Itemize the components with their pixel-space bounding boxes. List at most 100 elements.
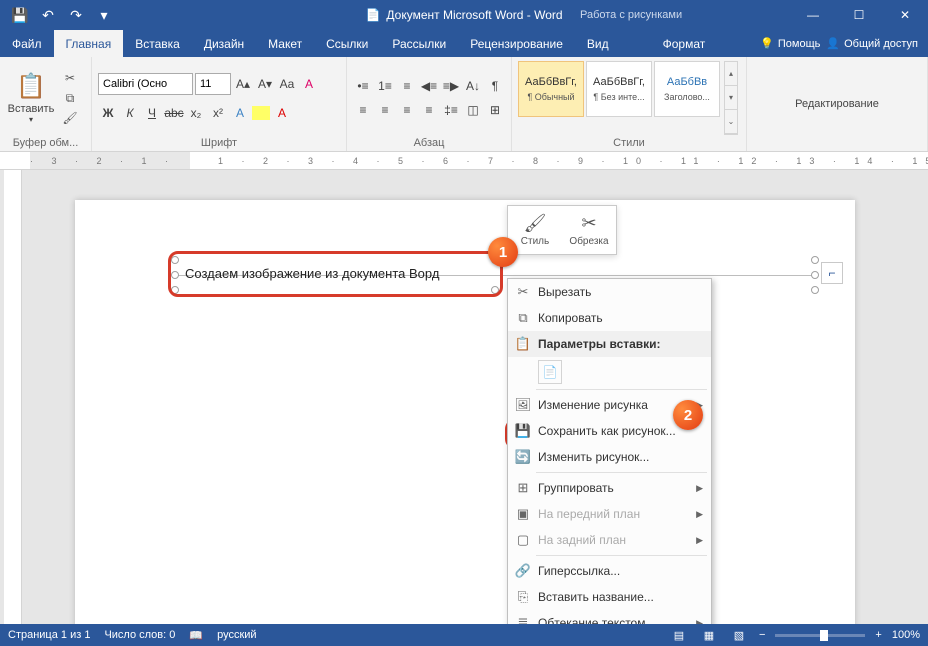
resize-handle[interactable]: [171, 256, 179, 264]
borders-icon[interactable]: ⊞: [485, 100, 505, 120]
clipboard-icon: 📋: [514, 336, 532, 352]
tab-insert[interactable]: Вставка: [123, 30, 192, 57]
resize-handle[interactable]: [811, 286, 819, 294]
text-effects-icon[interactable]: A: [230, 103, 250, 123]
strike-button[interactable]: abc: [164, 103, 184, 123]
tab-design[interactable]: Дизайн: [192, 30, 256, 57]
shrink-font-icon[interactable]: A▾: [255, 74, 275, 94]
mini-crop-button[interactable]: ✂ Обрезка: [562, 206, 616, 254]
mini-crop-label: Обрезка: [569, 236, 608, 247]
crop-icon: ✂: [581, 213, 596, 234]
paste-button[interactable]: 📋 Вставить ▾: [6, 61, 56, 135]
bold-button[interactable]: Ж: [98, 103, 118, 123]
ctx-insert-caption[interactable]: ⎘Вставить название...: [508, 584, 711, 610]
tab-file[interactable]: Файл: [0, 30, 54, 57]
title-bar: 💾 ↶ ↷ ▾ 📄 Документ Microsoft Word - Word…: [0, 0, 928, 30]
minimize-button[interactable]: ―: [790, 0, 836, 30]
zoom-level[interactable]: 100%: [892, 629, 920, 641]
resize-handle[interactable]: [491, 286, 499, 294]
redo-icon[interactable]: ↷: [64, 3, 88, 27]
status-page[interactable]: Страница 1 из 1: [8, 629, 90, 641]
change-case-icon[interactable]: Aa: [277, 74, 297, 94]
cut-icon[interactable]: ✂: [60, 69, 80, 87]
font-name-combo[interactable]: Calibri (Осно: [98, 73, 193, 95]
link-icon: 🔗: [514, 563, 532, 579]
status-words[interactable]: Число слов: 0: [104, 629, 175, 641]
editing-button[interactable]: Редактирование: [795, 98, 879, 110]
style-heading1[interactable]: АаБбВв Заголово...: [654, 61, 720, 117]
tab-layout[interactable]: Макет: [256, 30, 314, 57]
tab-home[interactable]: Главная: [54, 30, 124, 57]
resize-handle[interactable]: [171, 271, 179, 279]
decrease-indent-icon[interactable]: ◀≡: [419, 76, 439, 96]
status-language[interactable]: русский: [217, 629, 256, 641]
resize-handle[interactable]: [811, 271, 819, 279]
tab-references[interactable]: Ссылки: [314, 30, 380, 57]
tab-view[interactable]: Вид: [575, 30, 621, 57]
tab-format[interactable]: Формат: [651, 30, 718, 57]
spellcheck-icon[interactable]: 📖: [189, 629, 203, 642]
ctx-change-picture[interactable]: 🔄Изменить рисунок...: [508, 444, 711, 470]
close-button[interactable]: ✕: [882, 0, 928, 30]
tell-me[interactable]: 💡Помощь: [760, 37, 820, 50]
horizontal-ruler[interactable]: · 3 · 2 · 1 · 1 · 2 · 3 · 4 · 5 · 6 · 7 …: [0, 152, 928, 170]
shading-icon[interactable]: ◫: [463, 100, 483, 120]
layout-options-icon[interactable]: ⌐: [821, 262, 843, 284]
zoom-slider[interactable]: [775, 634, 865, 637]
copy-icon[interactable]: ⧉: [60, 89, 80, 107]
multilevel-icon[interactable]: ≡: [397, 76, 417, 96]
align-left-icon[interactable]: ≡: [353, 100, 373, 120]
paste-option-1[interactable]: 📄: [538, 360, 562, 384]
tab-review[interactable]: Рецензирование: [458, 30, 575, 57]
style-no-spacing[interactable]: АаБбВвГг, ¶ Без инте...: [586, 61, 652, 117]
ctx-hyperlink[interactable]: 🔗Гиперссылка...: [508, 558, 711, 584]
ribbon: 📋 Вставить ▾ ✂ ⧉ 🖌 Буфер обм... Calibri …: [0, 57, 928, 152]
line-spacing-icon[interactable]: ‡≡: [441, 100, 461, 120]
ctx-group[interactable]: ⊞Группировать▶: [508, 475, 711, 501]
font-color-icon[interactable]: A: [272, 103, 292, 123]
style-normal[interactable]: АаБбВвГг, ¶ Обычный: [518, 61, 584, 117]
clear-format-icon[interactable]: A: [299, 74, 319, 94]
styles-gallery[interactable]: АаБбВвГг, ¶ Обычный АаБбВвГг, ¶ Без инте…: [518, 61, 738, 135]
font-size-combo[interactable]: 11: [195, 73, 231, 95]
sort-icon[interactable]: A↓: [463, 76, 483, 96]
justify-icon[interactable]: ≡: [419, 100, 439, 120]
align-center-icon[interactable]: ≡: [375, 100, 395, 120]
bullets-icon[interactable]: •≡: [353, 76, 373, 96]
underline-button[interactable]: Ч: [142, 103, 162, 123]
window-title: 📄 Документ Microsoft Word - Word: [365, 8, 562, 22]
ctx-wrap-text[interactable]: ≣Обтекание текстом▶: [508, 610, 711, 624]
styles-group-label: Стили: [518, 135, 740, 149]
vertical-ruler[interactable]: [4, 170, 22, 624]
resize-handle[interactable]: [811, 256, 819, 264]
subscript-button[interactable]: x₂: [186, 103, 206, 123]
zoom-in-button[interactable]: +: [875, 629, 881, 641]
increase-indent-icon[interactable]: ≡▶: [441, 76, 461, 96]
save-icon[interactable]: 💾: [8, 3, 32, 27]
superscript-button[interactable]: x²: [208, 103, 228, 123]
view-print-icon[interactable]: ▦: [699, 627, 719, 643]
share-button[interactable]: 👤Общий доступ: [826, 37, 918, 50]
styles-scroll[interactable]: ▴▾⌄: [724, 61, 738, 135]
ctx-copy[interactable]: ⧉Копировать: [508, 305, 711, 331]
highlight-icon[interactable]: [252, 106, 270, 120]
numbering-icon[interactable]: 1≡: [375, 76, 395, 96]
maximize-button[interactable]: ☐: [836, 0, 882, 30]
ctx-bring-front: ▣На передний план▶: [508, 501, 711, 527]
format-painter-icon[interactable]: 🖌: [60, 109, 80, 127]
show-marks-icon[interactable]: ¶: [485, 76, 505, 96]
grow-font-icon[interactable]: A▴: [233, 74, 253, 94]
zoom-out-button[interactable]: −: [759, 629, 765, 641]
page[interactable]: Создаем изображение из документа Ворд ⌐ …: [75, 200, 855, 624]
undo-icon[interactable]: ↶: [36, 3, 60, 27]
qat-dropdown-icon[interactable]: ▾: [92, 3, 116, 27]
view-web-icon[interactable]: ▧: [729, 627, 749, 643]
tab-mailings[interactable]: Рассылки: [380, 30, 458, 57]
share-label: Общий доступ: [844, 38, 918, 50]
align-right-icon[interactable]: ≡: [397, 100, 417, 120]
font-group-label: Шрифт: [98, 135, 340, 149]
resize-handle[interactable]: [171, 286, 179, 294]
italic-button[interactable]: К: [120, 103, 140, 123]
ctx-cut[interactable]: ✂Вырезать: [508, 279, 711, 305]
view-read-icon[interactable]: ▤: [669, 627, 689, 643]
